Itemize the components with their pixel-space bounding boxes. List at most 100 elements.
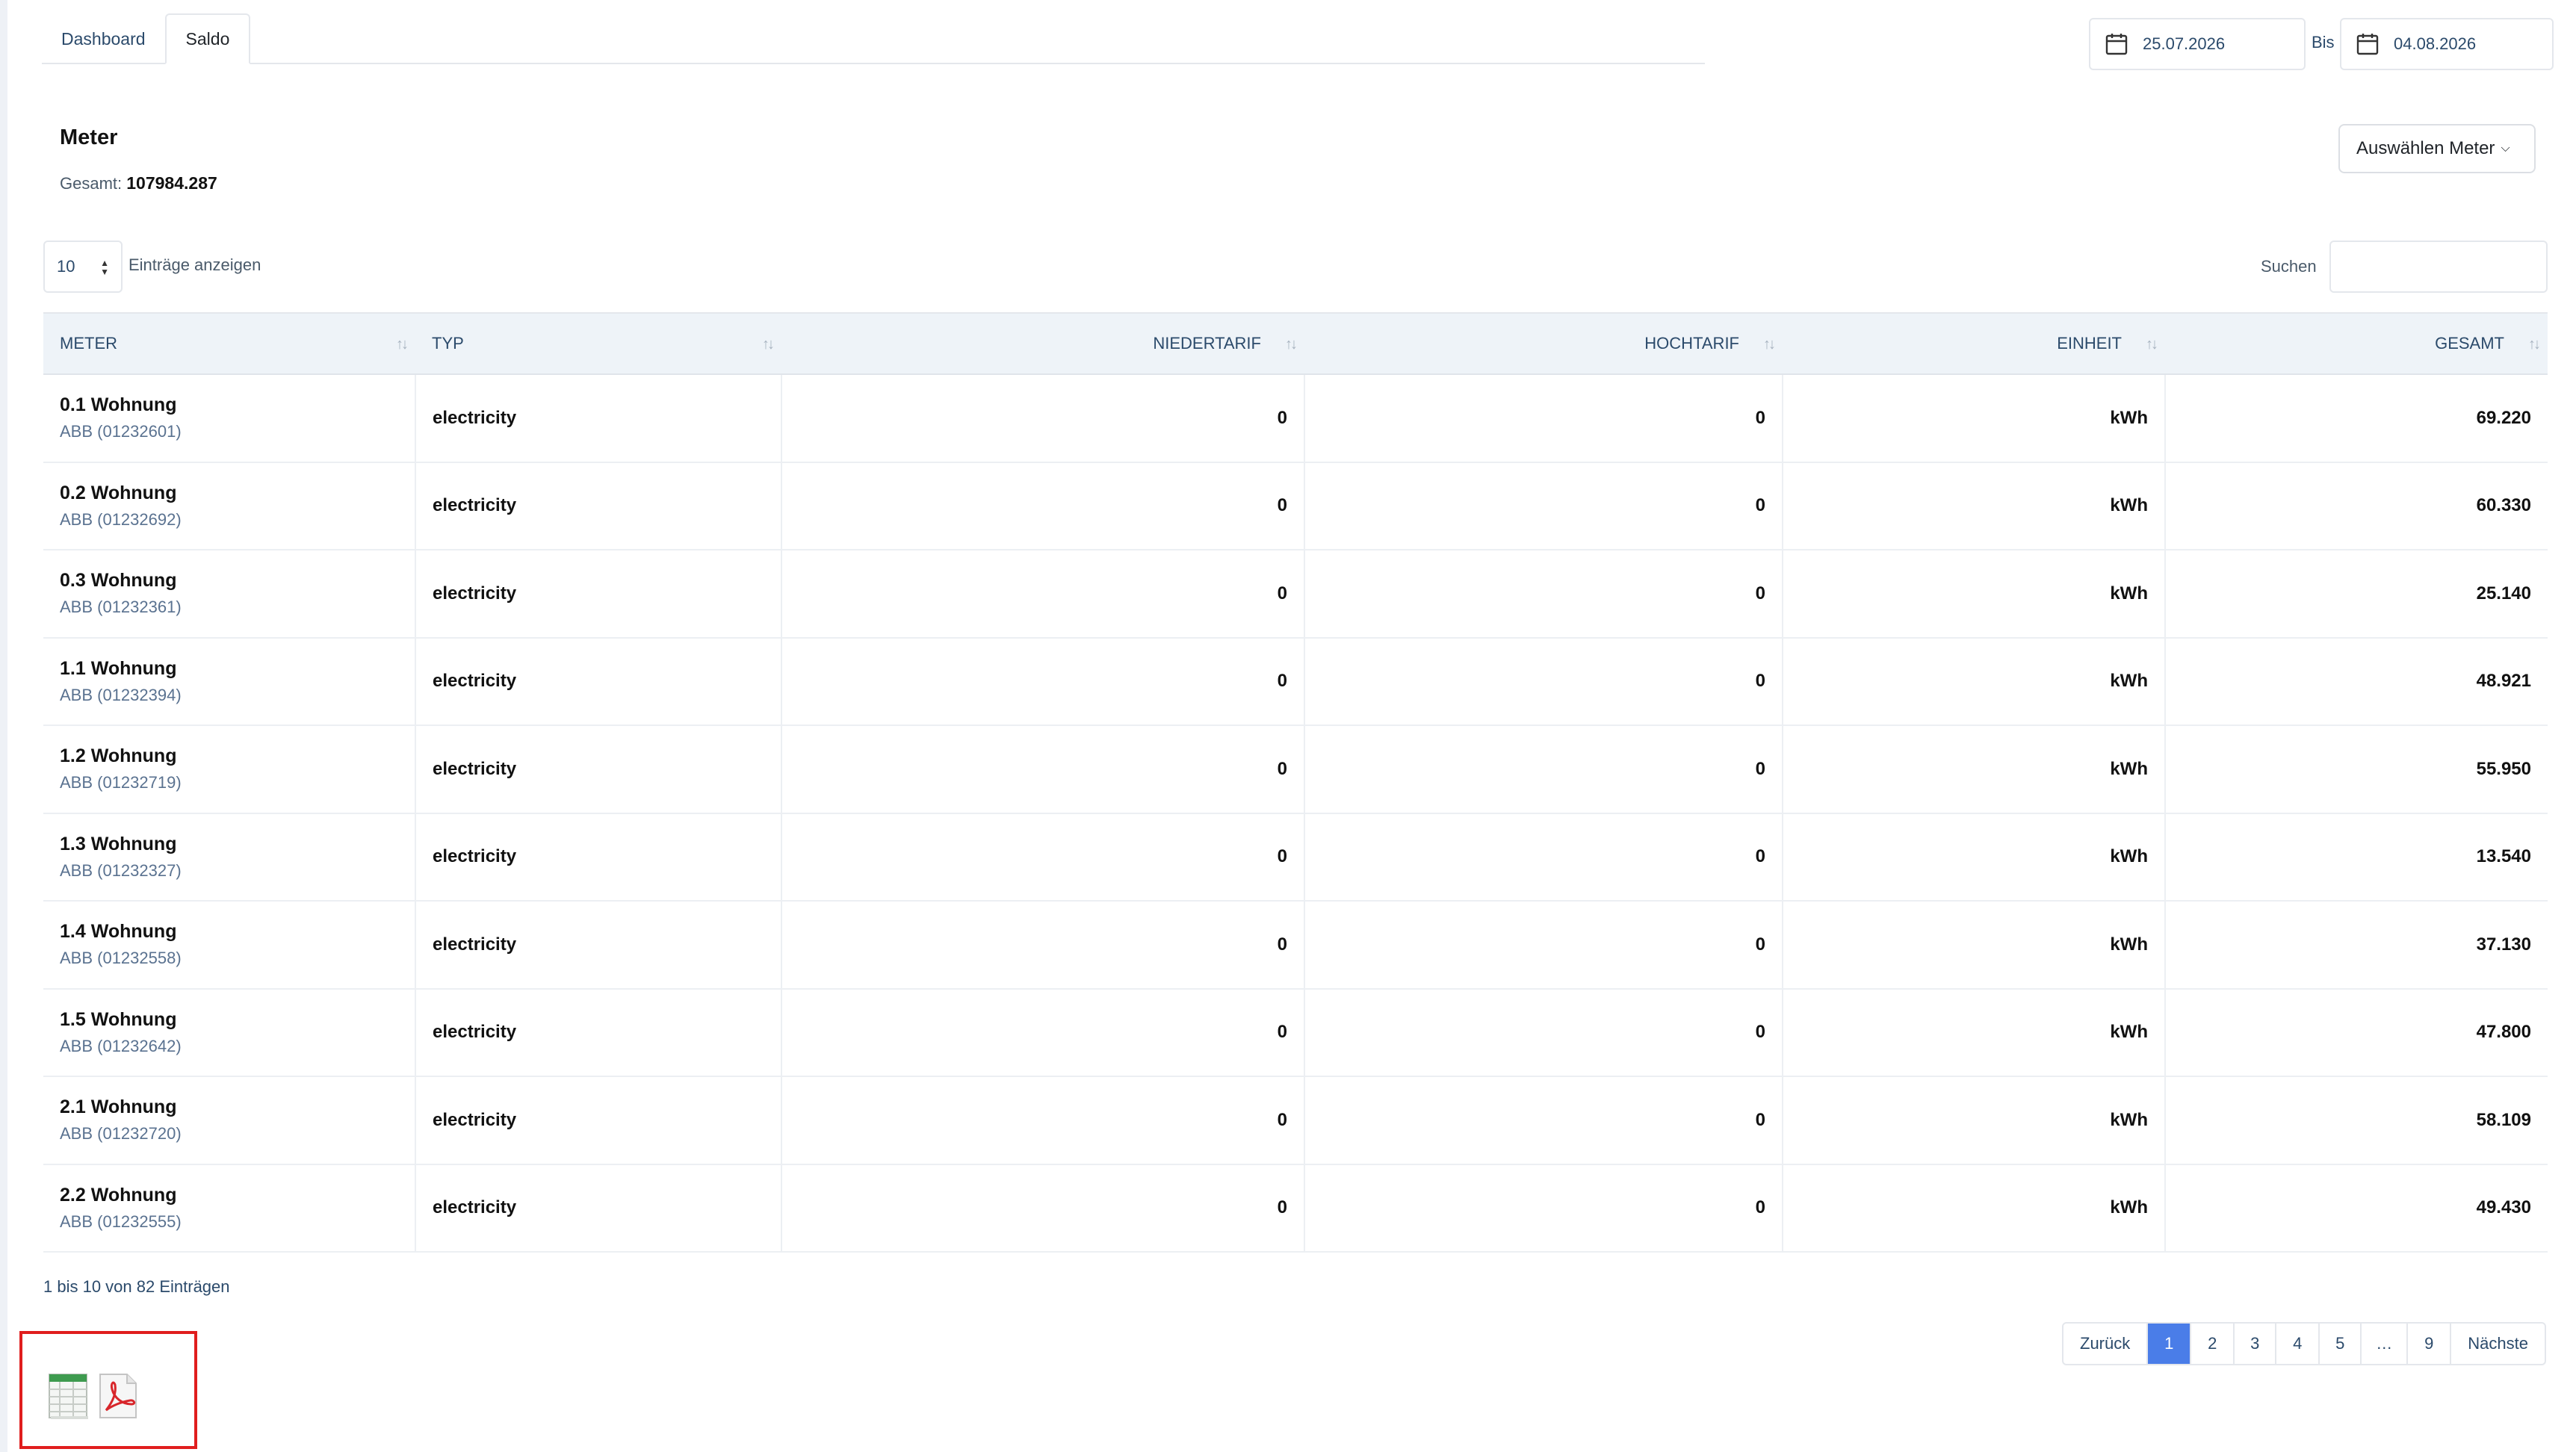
table-row: 1.4 Wohnung ABB (01232558) electricity 0 0 kW… [43,901,2548,989]
col-header-gesamt[interactable]: GESAMT ↑↓ [2165,312,2548,375]
select-meter-label: Auswählen Meter [2356,138,2495,158]
table-row: 1.3 Wohnung ABB (01232327) electricity 0 0 kW… [43,813,2548,901]
meter-device: ABB (01232719) [60,773,182,792]
cell-niedertarif: 0 [781,374,1305,462]
meter-name: 1.5 Wohnung [60,1008,177,1030]
entries-label: Einträge anzeigen [129,255,261,274]
select-meter-button[interactable]: Auswählen Meter ⌵ [2338,124,2536,173]
pagination-next[interactable]: Nächste [2451,1324,2545,1364]
cell-meter: 1.3 Wohnung ABB (01232327) [43,813,416,901]
col-header-typ[interactable]: TYP ↑↓ [415,312,781,375]
cell-typ: electricity [415,988,782,1076]
cell-einheit: kWh [1783,1076,2166,1164]
pagination-prev[interactable]: Zurück [2063,1324,2149,1364]
tab-dashboard[interactable]: Dashboard [42,13,165,64]
cell-niedertarif: 0 [781,1164,1305,1252]
sidebar-edge [0,0,7,1452]
cell-niedertarif: 0 [781,988,1305,1076]
updown-arrows-icon: ▲ ▼ [100,258,109,277]
cell-einheit: kWh [1783,725,2166,813]
cell-gesamt: 13.540 [2476,846,2531,867]
table-header-row: METER ↑↓ TYP ↑↓ NIEDERTARIF ↑↓ HOCHTARIF ↑↓ … [43,312,2548,375]
entries-count: 10 [57,257,75,276]
search-label: Suchen [2261,257,2317,276]
cell-niedertarif: 0 [781,1076,1305,1164]
date-from-value: 25.07.2026 [2143,34,2226,53]
meter-name: 2.1 Wohnung [60,1096,177,1118]
entries-per-page-select[interactable]: 10 ▲ ▼ [43,241,123,293]
date-to-field[interactable]: 04.08.2026 [2340,18,2554,70]
cell-niedertarif: 0 [781,637,1305,725]
cell-gesamt: 47.800 [2476,1022,2531,1043]
cell-gesamt: 69.220 [2476,407,2531,428]
page-title: Meter [60,125,118,149]
cell-hochtarif: 0 [1304,813,1783,901]
sort-icon: ↑↓ [2146,336,2158,353]
meter-device: ABB (01232601) [60,422,182,441]
meter-table: METER ↑↓ TYP ↑↓ NIEDERTARIF ↑↓ HOCHTARIF ↑↓ … [43,312,2548,1253]
cell-gesamt: 60.330 [2476,495,2531,516]
pagination-page-4[interactable]: 4 [2276,1324,2320,1364]
col-header-einheit[interactable]: EINHEIT ↑↓ [1783,312,2165,375]
pagination-page-1[interactable]: 1 [2148,1324,2192,1364]
cell-meter: 0.1 Wohnung ABB (01232601) [43,374,416,462]
cell-typ: electricity [415,901,782,989]
excel-export-icon[interactable] [48,1373,90,1421]
cell-hochtarif: 0 [1304,901,1783,989]
pagination-page-3[interactable]: 3 [2235,1324,2277,1364]
cell-einheit: kWh [1783,462,2166,550]
cell-typ: electricity [415,725,782,813]
cell-einheit: kWh [1783,550,2166,638]
cell-einheit: kWh [1783,813,2166,901]
cell-hochtarif: 0 [1304,462,1783,550]
tab-saldo[interactable]: Saldo [164,13,251,64]
meter-device: ABB (01232720) [60,1124,182,1144]
table-row: 0.1 Wohnung ABB (01232601) electricity 0 0 kW… [43,374,2548,462]
table-row: 2.1 Wohnung ABB (01232720) electricity 0 0 kW… [43,1076,2548,1164]
cell-niedertarif: 0 [781,462,1305,550]
table-row: 1.2 Wohnung ABB (01232719) electricity 0 0 kW… [43,725,2548,813]
meter-device: ABB (01232394) [60,685,182,704]
table-row: 1.1 Wohnung ABB (01232394) electricity 0 0 kW… [43,637,2548,725]
cell-typ: electricity [415,1076,782,1164]
tab-bar: Dashboard Saldo [42,13,1705,64]
cell-typ: electricity [415,1164,782,1252]
pagination-page-9[interactable]: 9 [2408,1324,2452,1364]
cell-gesamt: 49.430 [2476,1197,2531,1218]
cell-meter: 2.1 Wohnung ABB (01232720) [43,1076,416,1164]
date-to-value: 04.08.2026 [2394,34,2477,53]
cell-meter: 1.4 Wohnung ABB (01232558) [43,901,416,989]
cell-hochtarif: 0 [1304,637,1783,725]
cell-hochtarif: 0 [1304,988,1783,1076]
sort-icon: ↑↓ [762,336,775,353]
cell-meter: 0.3 Wohnung ABB (01232361) [43,550,416,638]
meter-name: 0.3 Wohnung [60,570,177,592]
sort-icon: ↑↓ [1763,336,1776,353]
pagination-page-2[interactable]: 2 [2191,1324,2235,1364]
table-row: 0.3 Wohnung ABB (01232361) electricity 0 0 kW… [43,550,2548,638]
sort-icon: ↑↓ [1285,336,1298,353]
date-from-field[interactable]: 25.07.2026 [2089,18,2306,70]
col-header-meter[interactable]: METER ↑↓ [43,312,415,375]
cell-niedertarif: 0 [781,901,1305,989]
cell-hochtarif: 0 [1304,550,1783,638]
meter-device: ABB (01232555) [60,1211,182,1231]
col-header-niedertarif[interactable]: NIEDERTARIF ↑↓ [781,312,1304,375]
meter-name: 0.2 Wohnung [60,482,177,503]
sort-icon: ↑↓ [396,336,409,353]
pagination-page-5[interactable]: 5 [2320,1324,2362,1364]
total-label: Gesamt: [60,174,123,193]
meter-name: 1.3 Wohnung [60,833,177,854]
meter-device: ABB (01232327) [60,860,182,880]
cell-gesamt: 55.950 [2476,758,2531,779]
cell-niedertarif: 0 [781,550,1305,638]
meter-name: 1.1 Wohnung [60,657,177,679]
search-input[interactable] [2329,241,2548,293]
pdf-export-icon[interactable] [97,1373,139,1421]
table-row: 0.2 Wohnung ABB (01232692) electricity 0 0 kW… [43,462,2548,550]
col-header-hochtarif[interactable]: HOCHTARIF ↑↓ [1304,312,1783,375]
cell-hochtarif: 0 [1304,1076,1783,1164]
cell-hochtarif: 0 [1304,1164,1783,1252]
pagination-ellipsis: … [2362,1324,2409,1364]
cell-gesamt: 37.130 [2476,934,2531,955]
